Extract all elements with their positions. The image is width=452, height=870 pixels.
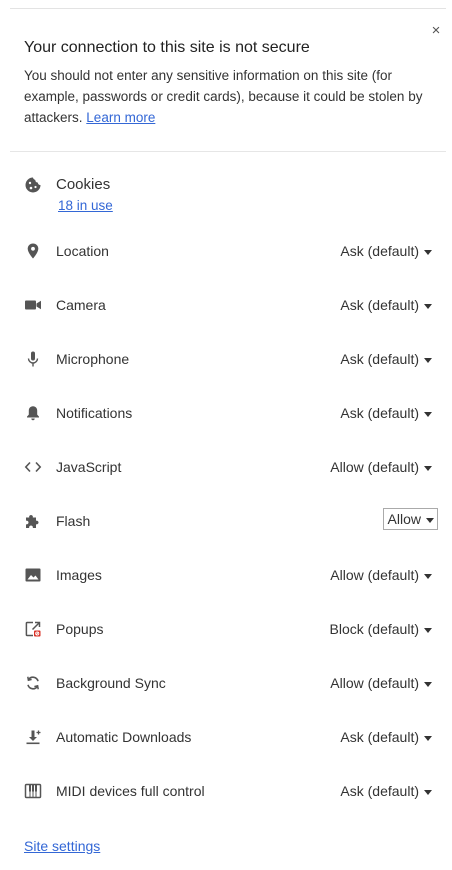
permission-label: Flash	[56, 513, 91, 529]
chevron-down-icon	[424, 681, 432, 687]
permission-row-images: Images Allow (default)	[0, 550, 452, 604]
permission-select-notifications[interactable]: Ask (default)	[340, 405, 432, 421]
permission-value: Allow	[387, 511, 421, 527]
permission-value: Block (default)	[329, 621, 419, 637]
cookies-in-use-link[interactable]: 18 in use	[58, 198, 113, 213]
permission-label: Camera	[56, 297, 106, 313]
chevron-down-icon	[424, 789, 432, 795]
permission-value: Allow (default)	[330, 459, 419, 475]
permission-select-javascript[interactable]: Allow (default)	[330, 459, 432, 475]
permission-row-camera: Camera Ask (default)	[0, 280, 452, 334]
chevron-down-icon	[424, 627, 432, 633]
code-icon	[24, 458, 42, 476]
cookies-label: Cookies	[56, 176, 111, 193]
permission-value: Ask (default)	[340, 729, 419, 745]
permission-label: Microphone	[56, 351, 130, 367]
permission-label: Automatic Downloads	[56, 729, 192, 745]
permission-row-location: Location Ask (default)	[0, 226, 452, 280]
page-title: Your connection to this site is not secu…	[24, 39, 310, 56]
puzzle-icon	[24, 512, 42, 530]
permission-label: Background Sync	[56, 675, 166, 691]
chevron-down-icon	[424, 411, 432, 417]
location-pin-icon	[24, 242, 42, 260]
cookies-row: Cookies 18 in use	[0, 168, 452, 226]
permission-select-camera[interactable]: Ask (default)	[340, 297, 432, 313]
permission-label: Images	[56, 567, 102, 583]
top-border	[10, 0, 446, 9]
permission-label: JavaScript	[56, 459, 122, 475]
site-settings-link[interactable]: Site settings	[24, 838, 100, 854]
chevron-down-icon	[424, 573, 432, 579]
permission-value: Ask (default)	[340, 783, 419, 799]
permission-select-background-sync[interactable]: Allow (default)	[330, 675, 432, 691]
image-icon	[24, 566, 42, 584]
camera-icon	[24, 296, 42, 314]
permission-select-microphone[interactable]: Ask (default)	[340, 351, 432, 367]
permission-value: Ask (default)	[340, 243, 419, 259]
permission-label: Location	[56, 243, 109, 259]
permission-label: Popups	[56, 621, 104, 637]
popup-blocked-icon	[24, 620, 42, 638]
security-description-text: You should not enter any sensitive infor…	[24, 68, 423, 125]
permission-value: Ask (default)	[340, 405, 419, 421]
chevron-down-icon	[424, 735, 432, 741]
permission-value: Ask (default)	[340, 297, 419, 313]
chevron-down-icon	[424, 357, 432, 363]
learn-more-link[interactable]: Learn more	[86, 110, 155, 125]
security-header: × Your connection to this site is not se…	[0, 9, 452, 129]
permission-row-javascript: JavaScript Allow (default)	[0, 442, 452, 496]
chevron-down-icon	[424, 465, 432, 471]
chevron-down-icon	[426, 517, 434, 523]
permission-select-location[interactable]: Ask (default)	[340, 243, 432, 259]
chevron-down-icon	[424, 303, 432, 309]
midi-icon	[24, 782, 42, 800]
security-description: You should not enter any sensitive infor…	[24, 65, 444, 128]
permission-value: Ask (default)	[340, 351, 419, 367]
permission-select-automatic-downloads[interactable]: Ask (default)	[340, 729, 432, 745]
bell-icon	[24, 404, 42, 422]
microphone-icon	[24, 350, 42, 368]
chevron-down-icon	[424, 249, 432, 255]
download-icon	[24, 728, 42, 746]
permission-label: Notifications	[56, 405, 133, 421]
permission-row-midi: MIDI devices full control Ask (default)	[0, 766, 452, 820]
permission-value: Allow (default)	[330, 567, 419, 583]
permission-select-popups[interactable]: Block (default)	[330, 621, 432, 637]
permission-row-notifications: Notifications Ask (default)	[0, 388, 452, 442]
sync-icon	[24, 674, 42, 692]
permission-label: MIDI devices full control	[56, 783, 205, 799]
close-icon[interactable]: ×	[428, 23, 444, 39]
permission-select-images[interactable]: Allow (default)	[330, 567, 432, 583]
header-divider	[10, 151, 446, 152]
permission-row-background-sync: Background Sync Allow (default)	[0, 658, 452, 712]
permission-select-midi[interactable]: Ask (default)	[340, 783, 432, 799]
permission-value: Allow (default)	[330, 675, 419, 691]
permission-row-flash: Flash Allow	[0, 496, 452, 550]
permission-select-flash[interactable]: Allow	[382, 508, 438, 530]
permission-list: Cookies 18 in use Location Ask (default)…	[0, 168, 452, 820]
permission-row-microphone: Microphone Ask (default)	[0, 334, 452, 388]
permission-row-popups: Popups Block (default)	[0, 604, 452, 658]
cookie-icon	[24, 176, 42, 194]
permission-row-automatic-downloads: Automatic Downloads Ask (default)	[0, 712, 452, 766]
